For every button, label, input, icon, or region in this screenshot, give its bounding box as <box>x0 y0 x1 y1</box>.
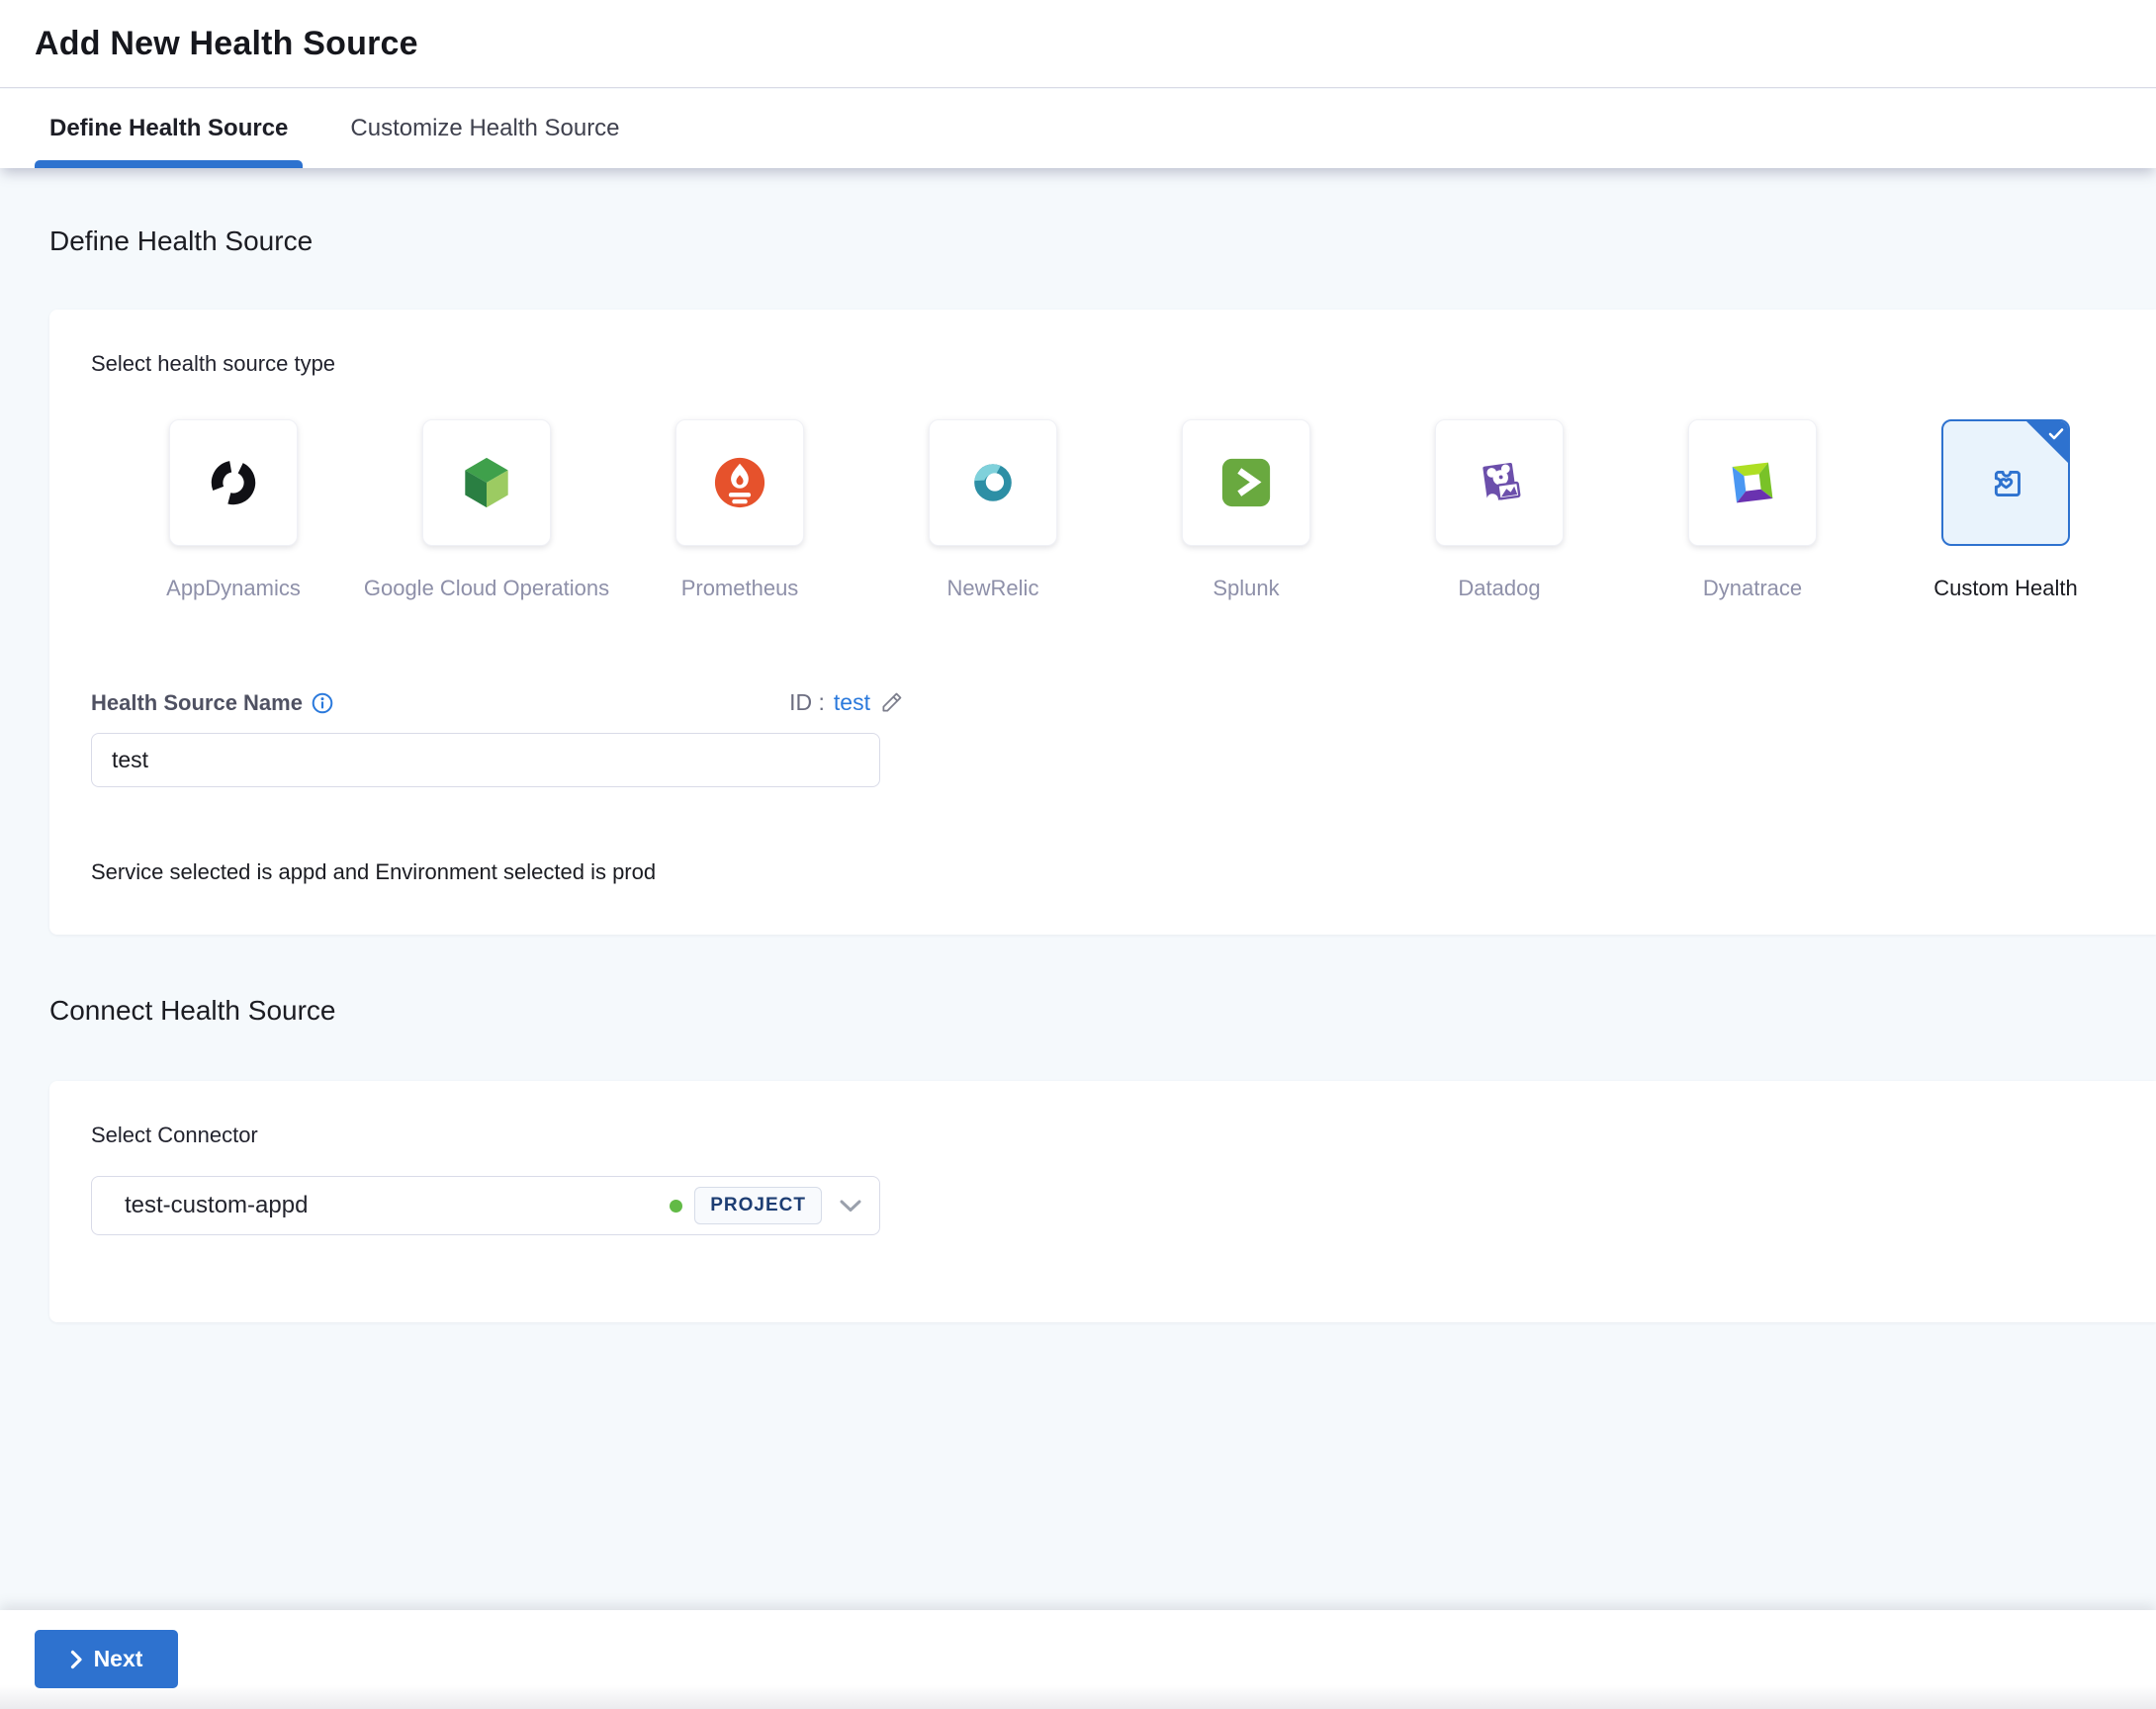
source-label: Custom Health <box>1933 576 2078 600</box>
tab-label: Customize Health Source <box>350 115 620 141</box>
prometheus-icon <box>713 456 766 509</box>
health-source-name-label: Health Source Name <box>91 689 303 715</box>
custom-health-icon <box>1979 456 2032 509</box>
source-tile-appdynamics[interactable] <box>169 419 298 546</box>
health-source-type-item: NewRelic <box>866 419 1120 601</box>
health-source-type-item: AppDynamics <box>107 419 360 601</box>
source-tile-dynatrace[interactable] <box>1688 419 1817 546</box>
source-tile-datadog[interactable] <box>1435 419 1564 546</box>
identifier-group: ID : test <box>789 689 904 716</box>
page-title: Add New Health Source <box>35 24 418 62</box>
define-section-title: Define Health Source <box>49 225 314 256</box>
source-label: NewRelic <box>946 576 1039 600</box>
next-button[interactable]: Next <box>35 1630 178 1688</box>
tab-label: Define Health Source <box>49 115 289 141</box>
source-tile-newrelic[interactable] <box>929 419 1057 546</box>
chevron-right-icon <box>70 1650 83 1669</box>
health-source-type-item: Datadog <box>1373 419 1626 601</box>
health-source-type-item: Dynatrace <box>1626 419 1879 601</box>
health-source-name-row: Health Source Name ID : test <box>91 689 904 716</box>
source-tile-custom-health[interactable] <box>1941 419 2070 546</box>
select-connector-label: Select Connector <box>91 1123 258 1147</box>
tab-customize-health-source[interactable]: Customize Health Source <box>335 89 634 168</box>
edit-pencil-icon[interactable] <box>879 690 904 715</box>
footer-bar: Next <box>0 1610 2156 1709</box>
appdynamics-icon <box>207 456 260 509</box>
id-label: ID : <box>789 689 825 715</box>
define-health-source-card: Select health source type AppDynamics Go… <box>49 310 2156 935</box>
datadog-icon <box>1473 456 1526 509</box>
source-tile-google-cloud-operations[interactable] <box>422 419 551 546</box>
splunk-icon <box>1219 456 1273 509</box>
source-tile-splunk[interactable] <box>1182 419 1310 546</box>
dynatrace-icon <box>1726 456 1779 509</box>
tab-bar: Define Health Source Customize Health So… <box>0 89 2156 168</box>
connect-section-title: Connect Health Source <box>49 995 336 1026</box>
source-label: AppDynamics <box>166 576 301 600</box>
source-tile-prometheus[interactable] <box>675 419 804 546</box>
source-label: Prometheus <box>680 576 799 600</box>
source-label: Google Cloud Operations <box>363 576 610 600</box>
google-cloud-operations-icon <box>460 456 513 509</box>
next-button-label: Next <box>93 1646 143 1671</box>
source-label: Dynatrace <box>1702 576 1803 600</box>
health-source-type-item: Splunk <box>1120 419 1373 601</box>
chevron-down-icon <box>840 1200 861 1213</box>
add-health-source-page: Add New Health Source Define Health Sour… <box>0 0 2156 1709</box>
health-source-type-item: Custom Health <box>1879 419 2132 601</box>
id-value-link[interactable]: test <box>834 689 870 716</box>
health-source-type-item: Prometheus <box>613 419 866 601</box>
health-source-name-label-group: Health Source Name <box>91 690 333 716</box>
green-status-dot <box>670 1199 683 1213</box>
source-label: Splunk <box>1213 576 1280 600</box>
select-source-type-label: Select health source type <box>91 351 336 376</box>
source-label: Datadog <box>1458 576 1541 600</box>
newrelic-icon <box>966 456 1020 509</box>
info-icon[interactable] <box>312 692 333 714</box>
connect-health-source-card: Select Connector test-custom-appd PROJEC… <box>49 1081 2156 1322</box>
health-source-type-item: Google Cloud Operations <box>360 419 613 601</box>
dialog-header: Add New Health Source <box>0 0 2156 88</box>
connector-scope-badge: PROJECT <box>694 1187 822 1224</box>
tab-define-health-source[interactable]: Define Health Source <box>35 89 304 168</box>
service-environment-note: Service selected is appd and Environment… <box>91 859 657 884</box>
health-source-type-list: AppDynamics Google Cloud Operations Prom… <box>107 419 2132 601</box>
connector-select[interactable]: test-custom-appd PROJECT <box>91 1176 880 1235</box>
health-source-name-input[interactable] <box>91 733 880 787</box>
connector-value: test-custom-appd <box>125 1192 309 1218</box>
active-tab-underline <box>35 160 304 168</box>
